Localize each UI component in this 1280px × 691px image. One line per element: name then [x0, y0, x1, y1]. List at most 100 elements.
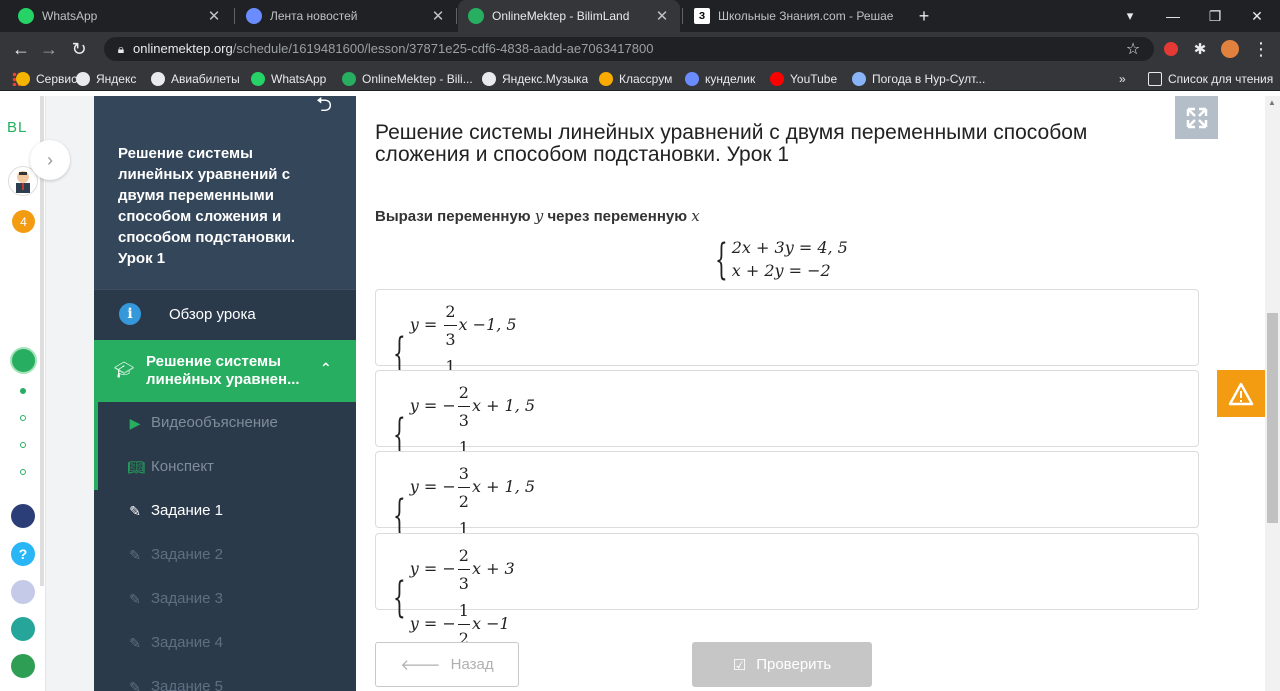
equation-line: x + 2y = −2	[731, 261, 831, 280]
bookmark-item[interactable]: YouTube	[770, 66, 837, 91]
browser-menu-icon[interactable]: ⋮	[1250, 38, 1272, 60]
bookmark-item[interactable]: WhatsApp	[251, 66, 326, 91]
onlinemektep-app-icon[interactable]	[10, 347, 37, 374]
library-icon[interactable]	[11, 580, 35, 604]
tab-favicon-icon: З	[694, 8, 710, 24]
answer-option[interactable]: {y = −2 3 x + 3y = −1 2 x −1	[375, 533, 1199, 648]
play-icon: ▶	[129, 415, 141, 431]
sidebar-item-task[interactable]: ✎ Задание 1	[94, 489, 356, 533]
reading-list-icon	[1148, 71, 1162, 86]
sidebar-item-task[interactable]: ✎ Задание 3	[94, 577, 356, 621]
smart-nation-icon[interactable]	[11, 504, 35, 528]
bookmark-favicon-icon	[251, 71, 265, 86]
bookmark-favicon-icon	[16, 71, 30, 86]
profile-avatar[interactable]	[1219, 38, 1241, 60]
scroll-up-arrow-icon[interactable]: ▲	[1268, 98, 1276, 107]
browser-tab[interactable]: ЗШкольные Знания.com - Решае✕	[684, 0, 906, 32]
bookmark-favicon-icon	[151, 71, 165, 86]
info-icon: i	[119, 303, 141, 325]
rail-dot-active[interactable]	[20, 388, 26, 394]
fraction: 23	[457, 542, 470, 597]
page-scrollbar-thumb[interactable]	[1267, 313, 1278, 523]
bookmark-item[interactable]: Классрум	[599, 66, 672, 91]
bookmark-item[interactable]: кунделик	[685, 66, 755, 91]
reading-list-button[interactable]: Список для чтения	[1148, 66, 1273, 91]
browser-tab[interactable]: Лента новостей ✕	[236, 0, 456, 32]
answer-option[interactable]: {y = −32x + 1, 5y = −12x −2	[375, 451, 1199, 566]
brace-icon: {	[393, 489, 406, 541]
lesson-title: Решение системы линейных уравнений с дву…	[118, 145, 296, 267]
fraction: 23	[457, 379, 470, 434]
help-icon[interactable]: ?	[11, 542, 35, 566]
bookmark-item[interactable]: Погода в Нур-Султ...	[852, 66, 985, 91]
option-equation: y = −2 3 x + 1, 5	[410, 379, 535, 434]
bookmark-item[interactable]: Яндекс	[76, 66, 136, 91]
report-issue-button[interactable]	[1217, 370, 1265, 417]
close-window-button[interactable]: ✕	[1234, 0, 1280, 32]
maximize-button[interactable]: ❐	[1192, 0, 1238, 32]
brace-icon: {	[393, 327, 406, 379]
url-text[interactable]: onlinemektep.org/schedule/1619481600/les…	[133, 41, 653, 56]
bookmark-star-icon[interactable]: ☆	[1122, 38, 1144, 60]
edit-icon: ✎	[129, 679, 141, 691]
warning-icon	[1228, 382, 1254, 405]
extensions-puzzle-icon[interactable]: ✱	[1189, 38, 1211, 60]
tab-separator	[456, 8, 457, 24]
lesson-sidebar: ⮌ Решение системы линейных уравнений с д…	[94, 96, 356, 691]
check-button[interactable]: ☑ Проверить	[692, 642, 872, 687]
active-section-item[interactable]: 🎓︎ Решение системы линейных уравнен... ⌃	[94, 340, 356, 402]
overview-item[interactable]: i Обзор урока	[94, 289, 356, 339]
browser-tab[interactable]: OnlineMektep - BilimLand ✕	[458, 0, 680, 32]
option-equation: y = −3 2 x + 1, 5	[410, 460, 535, 515]
close-tab-icon[interactable]: ✕	[652, 7, 672, 25]
arrow-left-icon: 🡐	[400, 657, 441, 674]
equation-system: { 2x + 3y = 4, 5 x + 2y = −2	[715, 236, 848, 282]
forward-arrow-icon[interactable]: →	[38, 38, 60, 60]
bilimland-app-icon[interactable]	[11, 654, 35, 678]
tab-separator	[682, 8, 683, 24]
bilim-class-icon[interactable]	[11, 617, 35, 641]
bookmark-favicon-icon	[342, 71, 356, 86]
fraction: 23	[444, 298, 457, 353]
tab-favicon-icon	[246, 8, 262, 24]
bookmark-item[interactable]: Авиабилеты	[151, 66, 240, 91]
close-tab-icon[interactable]: ✕	[428, 7, 448, 25]
expand-rail-chevron-icon[interactable]: ›	[30, 140, 70, 180]
bookmark-favicon-icon	[685, 71, 699, 86]
brace-icon: {	[715, 233, 728, 285]
lock-icon[interactable]: 🔒︎	[110, 38, 132, 60]
new-tab-plus-icon[interactable]: +	[913, 5, 935, 27]
close-tab-icon[interactable]: ✕	[204, 7, 224, 25]
sidebar-item-task[interactable]: ✎ Задание 2	[94, 533, 356, 577]
rail-dot[interactable]	[20, 415, 26, 421]
bilimland-logo[interactable]: BL	[7, 119, 27, 136]
task-instruction: Вырази переменную y через переменную x	[375, 207, 700, 225]
sidebar-item-task[interactable]: ✎ Задание 5	[94, 665, 356, 691]
chevron-up-icon[interactable]: ⌃	[320, 360, 332, 377]
reload-icon[interactable]: ↻	[68, 38, 90, 60]
bookmark-favicon-icon	[76, 71, 90, 86]
bookmark-item[interactable]: Яндекс.Музыка	[482, 66, 588, 91]
rail-dot[interactable]	[20, 442, 26, 448]
collapse-sidebar-arrow-icon[interactable]: ⮌	[316, 96, 332, 124]
back-button[interactable]: 🡐 Назад	[375, 642, 519, 687]
back-arrow-icon[interactable]: ←	[10, 38, 32, 60]
answer-option[interactable]: {y = −23x + 1, 5y = −12x −1	[375, 370, 1199, 485]
fullscreen-toggle[interactable]	[1175, 96, 1218, 139]
tab-search-icon[interactable]: ▾	[1119, 5, 1141, 27]
browser-tab[interactable]: WhatsApp ✕	[8, 0, 232, 32]
rail-dot[interactable]	[20, 469, 26, 475]
sidebar-item-task[interactable]: 📖︎ Конспект	[94, 445, 356, 489]
minimize-button[interactable]: —	[1150, 0, 1196, 32]
tab-favicon-icon	[18, 8, 34, 24]
edit-icon: ✎	[129, 635, 141, 651]
tab-separator	[234, 8, 235, 24]
answer-option[interactable]: {y = 23x −1, 5y = 12x −1	[375, 289, 1199, 404]
extension-red-icon[interactable]	[1160, 38, 1182, 60]
notifications-badge[interactable]: 4	[12, 210, 35, 233]
bookmarks-more-button[interactable]: »	[1119, 66, 1126, 91]
bookmark-item[interactable]: OnlineMektep - Bili...	[342, 66, 473, 91]
sidebar-item-task[interactable]: ▶ Видеообъяснение	[94, 401, 356, 445]
sidebar-item-task[interactable]: ✎ Задание 4	[94, 621, 356, 665]
checkbox-icon: ☑	[732, 656, 747, 674]
